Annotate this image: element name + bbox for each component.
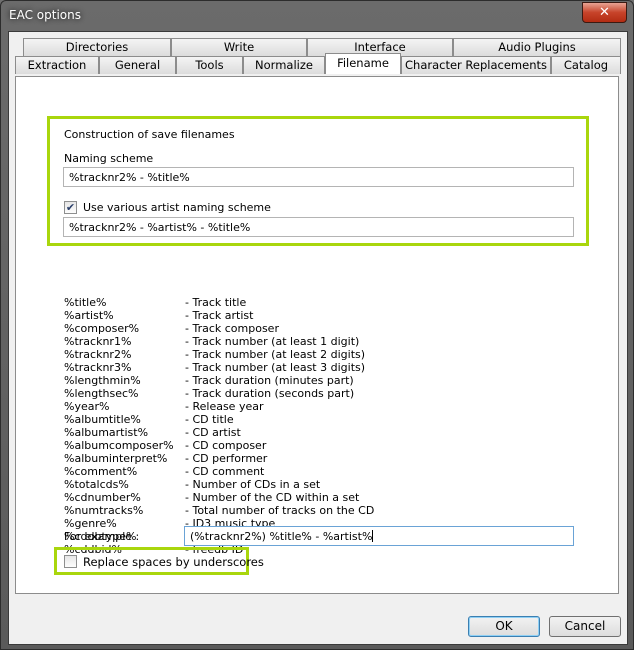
- variable-name: %year%: [64, 400, 110, 413]
- variable-description: - Track number (at least 3 digits): [185, 361, 366, 374]
- variable-name: %tracknr3%: [64, 361, 132, 374]
- variable-name: %artist%: [64, 309, 114, 322]
- variable-name: %cdnumber%: [64, 491, 141, 504]
- variable-name: %albumcomposer%: [64, 439, 174, 452]
- variable-description: - Track artist: [185, 309, 254, 322]
- variable-name: %lengthsec%: [64, 387, 139, 400]
- example-value: (%tracknr2%) %title% - %artist%: [190, 530, 373, 543]
- ok-button[interactable]: OK: [468, 616, 540, 637]
- variable-name: %title%: [64, 296, 107, 309]
- tab-extraction[interactable]: Extraction: [15, 56, 99, 74]
- variable-description: - CD comment: [185, 465, 265, 478]
- cancel-button[interactable]: Cancel: [549, 616, 621, 637]
- variable-description: - CD title: [185, 413, 234, 426]
- variable-name: %albumartist%: [64, 426, 149, 439]
- tab-tools[interactable]: Tools: [176, 56, 243, 74]
- variable-description: - Track title: [185, 296, 247, 309]
- tab-filename[interactable]: Filename: [325, 53, 401, 74]
- tab-catalog[interactable]: Catalog: [551, 56, 621, 74]
- variable-description: - CD composer: [185, 439, 267, 452]
- various-artist-checkbox[interactable]: ✔: [64, 201, 77, 214]
- tab-character-replacements[interactable]: Character Replacements: [401, 56, 551, 74]
- variable-description: - CD artist: [185, 426, 241, 439]
- variable-description: - Track duration (seconds part): [185, 387, 355, 400]
- tab-strip: Directories Write Interface Audio Plugin…: [15, 38, 621, 76]
- various-artist-scheme-input[interactable]: %tracknr2% - %artist% - %title%: [63, 217, 574, 237]
- dialog-client: Directories Write Interface Audio Plugin…: [8, 31, 628, 645]
- naming-scheme-input[interactable]: %tracknr2% - %title%: [63, 167, 574, 187]
- tab-directories[interactable]: Directories: [23, 38, 171, 56]
- variable-description: - Track number (at least 2 digits): [185, 348, 366, 361]
- variable-name: %totalcds%: [64, 478, 129, 491]
- variable-name: %comment%: [64, 465, 138, 478]
- replace-spaces-checkbox[interactable]: [64, 555, 77, 568]
- tab-general[interactable]: General: [99, 56, 176, 74]
- variable-name: %tracknr2%: [64, 348, 132, 361]
- tab-audio-plugins[interactable]: Audio Plugins: [453, 38, 621, 56]
- tab-normalize[interactable]: Normalize: [243, 56, 325, 74]
- checkmark-icon: ✔: [65, 201, 76, 214]
- filename-tab-panel: Construction of save filenames Naming sc…: [15, 76, 619, 594]
- variable-name: %tracknr1%: [64, 335, 132, 348]
- variable-name: %albuminterpret%: [64, 452, 168, 465]
- variable-description: - Number of the CD within a set: [185, 491, 360, 504]
- example-input[interactable]: (%tracknr2%) %title% - %artist%: [184, 526, 574, 546]
- variable-description: - Track number (at least 1 digit): [185, 335, 360, 348]
- various-artist-label: Use various artist naming scheme: [83, 201, 271, 214]
- construction-heading: Construction of save filenames: [64, 128, 235, 141]
- close-button[interactable]: ✕: [582, 2, 627, 23]
- naming-scheme-label: Naming scheme: [64, 152, 154, 165]
- variable-description: - CD performer: [185, 452, 268, 465]
- variable-description: - Total number of tracks on the CD: [185, 504, 375, 517]
- variable-name: %composer%: [64, 322, 140, 335]
- window-title: EAC options: [9, 8, 81, 22]
- variable-name: %numtracks%: [64, 504, 144, 517]
- variable-description: - Track duration (minutes part): [185, 374, 354, 387]
- variable-name: %albumtitle%: [64, 413, 141, 426]
- variable-description: - Track composer: [185, 322, 279, 335]
- title-bar[interactable]: EAC options ✕: [1, 1, 633, 31]
- close-icon: ✕: [599, 5, 610, 20]
- example-label: For example :: [64, 530, 140, 543]
- variable-name: %lengthmin%: [64, 374, 141, 387]
- text-cursor: [372, 530, 374, 542]
- tab-write[interactable]: Write: [171, 38, 307, 56]
- replace-spaces-label: Replace spaces by underscores: [83, 555, 264, 569]
- variable-name: %genre%: [64, 517, 117, 530]
- eac-options-window: EAC options ✕ Directories Write Interfac…: [0, 0, 634, 650]
- variable-description: - Number of CDs in a set: [185, 478, 321, 491]
- variable-description: - Release year: [185, 400, 264, 413]
